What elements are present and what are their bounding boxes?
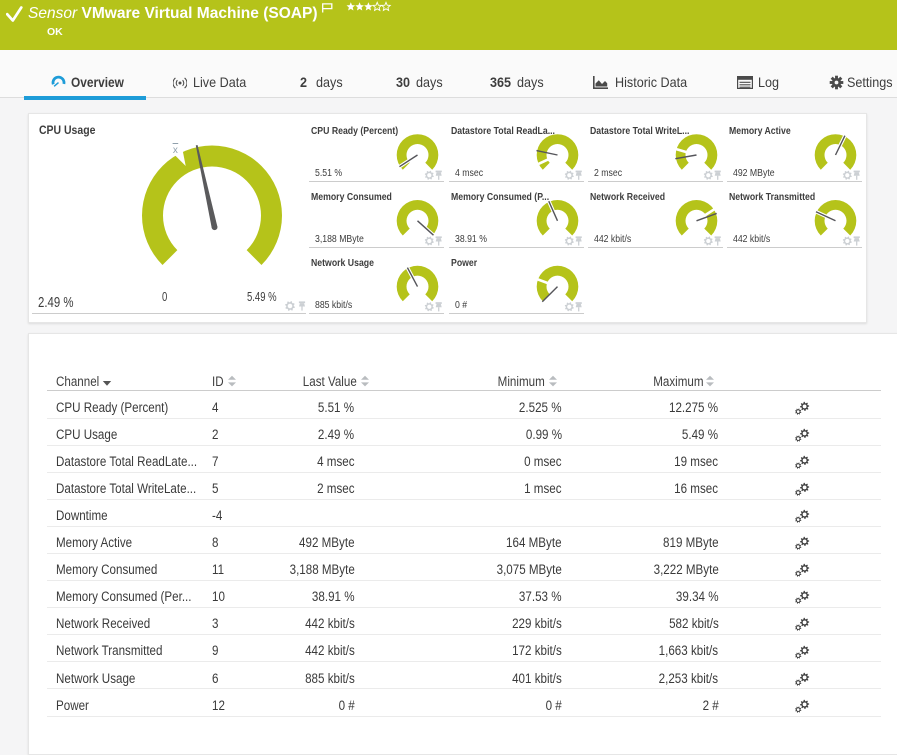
svg-text:x: x xyxy=(173,145,178,156)
